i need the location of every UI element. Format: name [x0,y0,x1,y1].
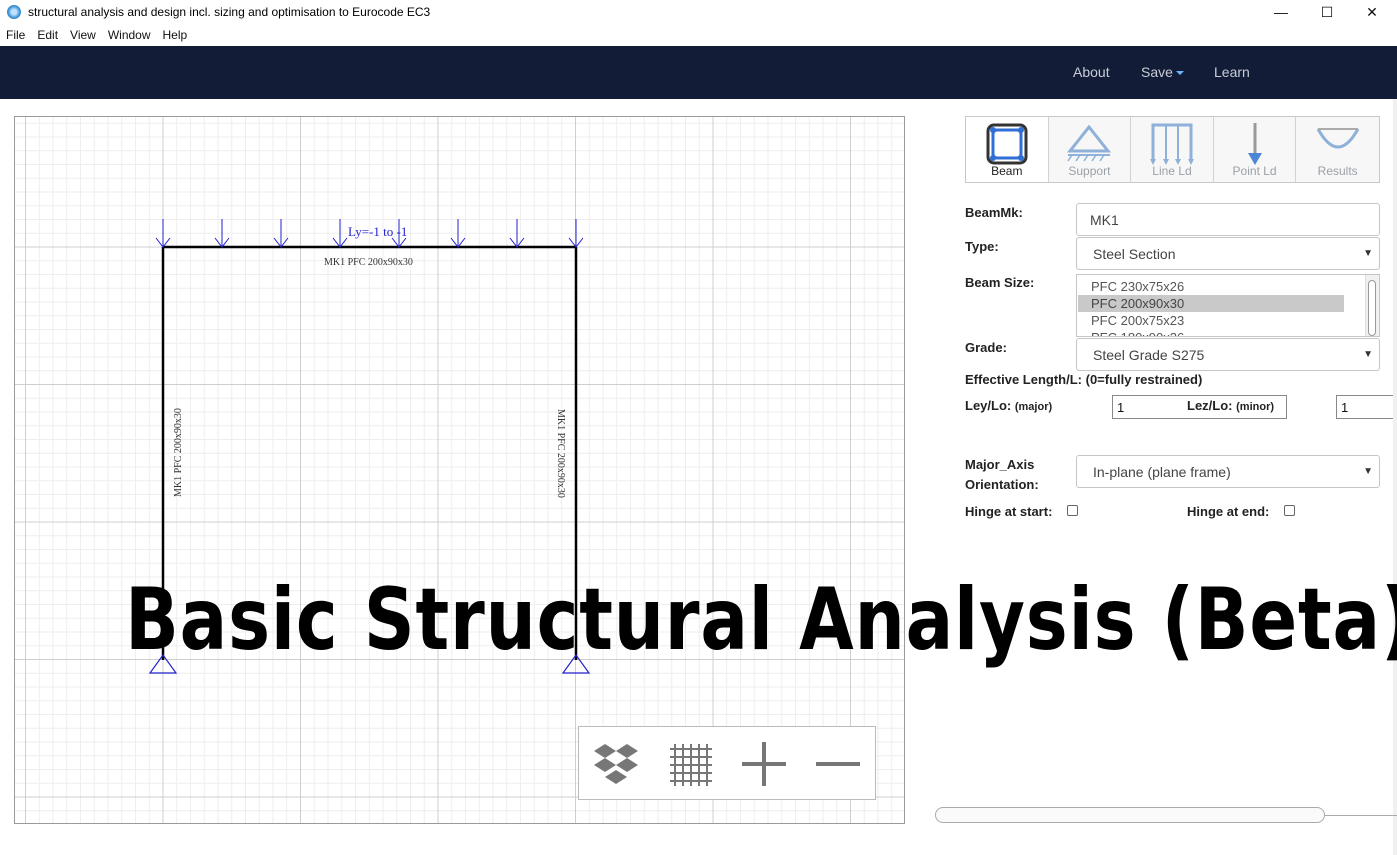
dropbox-icon [594,744,638,784]
beam-size-option[interactable]: PFC 180x90x26 [1078,329,1344,336]
line-load-icon [1149,123,1194,165]
nav-about-link[interactable]: About [1073,64,1110,80]
right-column-label: MK1 PFC 200x90x30 [555,409,566,498]
type-select[interactable]: Steel Section ▼ [1076,237,1380,270]
canvas-toolbar [578,726,876,800]
menu-bar: File Edit View Window Help [0,24,1397,46]
beam-size-option[interactable]: PFC 200x75x23 [1078,312,1344,329]
results-icon [1316,128,1359,149]
tool-support-label: Support [1068,164,1111,178]
tool-results[interactable]: Results [1296,117,1379,182]
horizontal-scrollbar-track[interactable] [1325,815,1397,816]
effective-length-label: Effective Length/L: (0=fully restrained) [965,372,1203,387]
dropbox-button[interactable] [589,739,643,789]
tool-line-load-label: Line Ld [1152,164,1192,178]
hinge-start-label: Hinge at start: [965,504,1053,519]
lez-sub-label: (minor) [1236,401,1275,413]
chevron-down-icon: ▼ [1363,248,1373,259]
tool-palette: Beam Support Line Ld Point Ld Results [965,116,1380,183]
nav-save-label: Save [1141,64,1173,80]
load-label: Ly=-1 to -1 [348,224,407,239]
zoom-out-button[interactable] [811,739,865,789]
tool-point-load[interactable]: Point Ld [1214,117,1297,182]
major-axis-select[interactable]: In-plane (plane frame) ▼ [1076,455,1380,488]
left-column-label: MK1 PFC 200x90x30 [173,408,184,497]
scrollbar-thumb[interactable] [1368,280,1376,336]
menu-view[interactable]: View [64,28,102,42]
ley-sub-label: (major) [1014,401,1053,413]
type-select-value: Steel Section [1093,245,1176,262]
maximize-button[interactable]: ☐ [1304,0,1350,24]
grade-label: Grade: [965,340,1007,355]
top-navbar: About Save Learn [0,46,1397,99]
minimize-button[interactable]: — [1258,0,1304,24]
beam-mark-label: BeamMk: [965,205,1023,220]
close-button[interactable]: ✕ [1349,0,1395,24]
zoom-in-button[interactable] [737,739,791,789]
hinge-end-label: Hinge at end: [1187,504,1270,519]
beam-mark-input[interactable]: MK1 [1076,203,1380,236]
orientation-label: Orientation: [965,477,1039,492]
tool-results-label: Results [1317,164,1358,178]
overlay-title: Basic Structural Analysis (Beta) [125,570,1397,670]
beam-size-label: Beam Size: [965,275,1035,290]
grid-toggle-button[interactable] [663,739,717,789]
tool-support[interactable]: Support [1049,117,1132,182]
window-edge [1393,99,1397,855]
menu-file[interactable]: File [0,28,31,42]
title-bar: structural analysis and design incl. siz… [0,0,1397,24]
ley-label: Ley/Lo: (major) [965,398,1052,413]
lez-input[interactable]: 1 [1336,395,1393,419]
tool-line-load[interactable]: Line Ld [1131,117,1214,182]
nav-save-dropdown[interactable]: Save [1141,64,1184,80]
type-label: Type: [965,239,999,254]
beam-size-scrollbar[interactable] [1365,275,1379,336]
lez-label-text: Lez/Lo: [1187,398,1233,413]
zoom-in-icon [742,742,786,786]
menu-help[interactable]: Help [157,28,194,42]
window-title: structural analysis and design incl. siz… [28,5,431,19]
beam-size-listbox[interactable]: PFC 230x75x26 PFC 200x90x30 PFC 200x75x2… [1076,274,1380,337]
horizontal-scrollbar-thumb[interactable] [935,807,1325,823]
beam-size-option-selected[interactable]: PFC 200x90x30 [1078,295,1344,312]
major-axis-select-value: In-plane (plane frame) [1093,463,1231,480]
hinge-end-checkbox[interactable] [1284,505,1295,516]
hinge-start-checkbox[interactable] [1067,505,1078,516]
beam-icon [986,123,1028,165]
support-icon [1067,124,1112,162]
grid-icon [670,744,712,786]
ley-label-text: Ley/Lo: [965,398,1012,413]
caret-down-icon [1175,71,1184,76]
chevron-down-icon: ▼ [1363,349,1373,360]
frame-drawing: Ly=-1 to -1 MK1 PFC 200x90x30 MK1 PFC 20… [148,219,591,674]
menu-window[interactable]: Window [102,28,157,42]
drawing-canvas[interactable]: Ly=-1 to -1 MK1 PFC 200x90x30 MK1 PFC 20… [14,116,905,824]
beam-size-option[interactable]: PFC 230x75x26 [1078,278,1344,295]
chevron-down-icon: ▼ [1363,466,1373,477]
tool-beam-label: Beam [991,164,1023,178]
zoom-out-icon [816,762,860,766]
menu-edit[interactable]: Edit [31,28,64,42]
grade-select-value: Steel Grade S275 [1093,346,1205,363]
tool-point-load-label: Point Ld [1232,164,1277,178]
app-icon [7,5,21,19]
major-axis-label: Major_Axis [965,457,1035,472]
top-beam-label: MK1 PFC 200x90x30 [324,257,413,268]
lez-label: Lez/Lo: (minor) [1187,398,1274,413]
point-load-icon [1247,123,1262,165]
nav-learn-link[interactable]: Learn [1214,64,1250,80]
tool-beam[interactable]: Beam [966,117,1049,182]
grade-select[interactable]: Steel Grade S275 ▼ [1076,338,1380,371]
